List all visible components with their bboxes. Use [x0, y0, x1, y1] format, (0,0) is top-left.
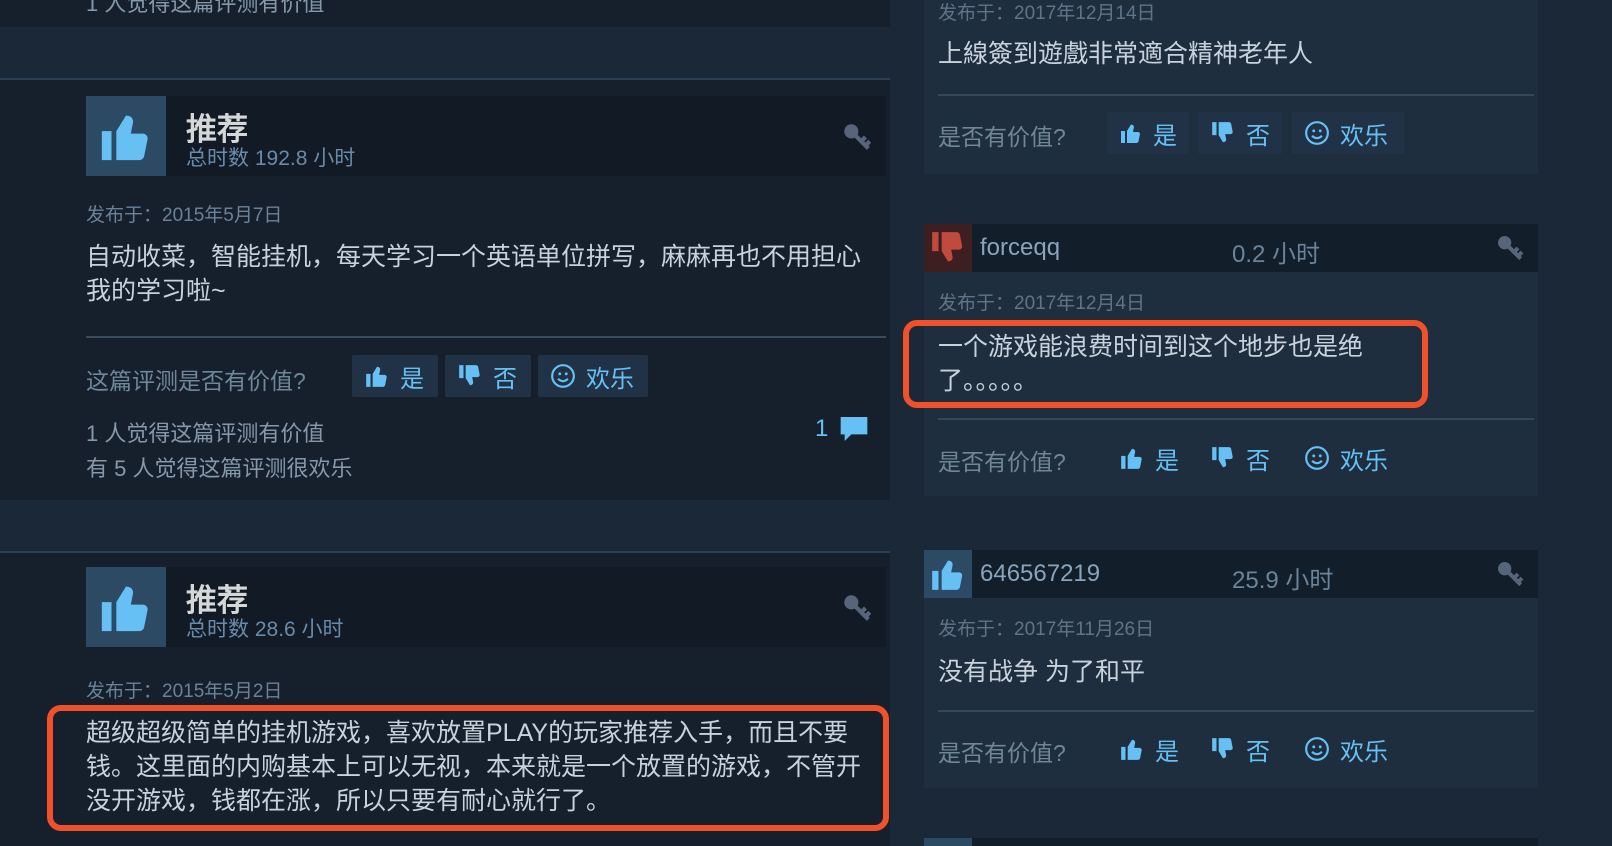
- review-text: 自动收菜，智能挂机，每天学习一个英语单位拼写，麻麻再也不用担心我的学习啦~: [86, 243, 862, 305]
- vote-no-label: 否: [1246, 122, 1270, 150]
- vote-funny-button[interactable]: 欢乐: [1300, 437, 1392, 479]
- review-header: 推荐 总时数 192.8 小时: [86, 96, 886, 176]
- divider: [86, 336, 886, 338]
- thumbs-down-icon: [1212, 122, 1233, 143]
- hours-on-record: 总时数 28.6 小时: [186, 618, 344, 641]
- thumbs-down-icon: [924, 224, 972, 272]
- vote-funny-label: 欢乐: [1340, 738, 1388, 766]
- hours-on-record: 25.9 小时: [1232, 567, 1334, 594]
- helpful-question: 是否有价值?: [938, 449, 1066, 475]
- hours-on-record: 总时数 192.8 小时: [186, 147, 356, 170]
- divider: [938, 710, 1534, 712]
- vote-funny-label: 欢乐: [586, 365, 634, 393]
- posted-date: 发布于：2017年12月4日: [938, 293, 1145, 314]
- posted-date: 发布于：2015年5月2日: [86, 681, 283, 702]
- helpful-count: 1 人觉得这篇评测有价值: [86, 421, 325, 446]
- reviewer-name[interactable]: 646567219: [980, 560, 1100, 588]
- award-icon[interactable]: [840, 120, 874, 154]
- vote-yes-button[interactable]: 是: [1107, 112, 1189, 154]
- vote-no-button[interactable]: 否: [1206, 728, 1274, 770]
- smiley-icon: [1305, 737, 1329, 761]
- smiley-icon: [551, 364, 575, 388]
- thumbs-down-icon: [1212, 738, 1233, 759]
- thumbs-up-icon: [924, 550, 972, 598]
- smiley-icon: [1305, 121, 1329, 145]
- vote-funny-button[interactable]: 欢乐: [1292, 112, 1404, 154]
- thumbs-up-icon: [86, 567, 166, 647]
- vote-funny-label: 欢乐: [1340, 447, 1388, 475]
- helpful-question: 这篇评测是否有价值?: [86, 368, 306, 394]
- comment-count[interactable]: 1: [815, 414, 870, 444]
- thumbs-up-icon: [366, 366, 387, 387]
- vote-funny-label: 欢乐: [1340, 122, 1388, 150]
- divider: [938, 94, 1534, 96]
- vote-no-label: 否: [1246, 738, 1270, 766]
- vote-no-label: 否: [493, 365, 517, 393]
- vote-yes-label: 是: [400, 365, 424, 393]
- vote-funny-button[interactable]: 欢乐: [1300, 728, 1392, 770]
- review-text: 上線簽到遊戲非常適合精神老年人: [938, 40, 1314, 68]
- comment-bubble-icon: [841, 417, 868, 441]
- thumbs-up-icon: [924, 838, 972, 846]
- vote-no-button[interactable]: 否: [445, 355, 531, 397]
- review-header: 646567219 25.9 小时: [924, 550, 1538, 598]
- award-icon[interactable]: [1494, 232, 1526, 264]
- posted-date: 发布于：2015年5月7日: [86, 205, 283, 226]
- award-icon[interactable]: [1494, 558, 1526, 590]
- review-header: 推荐 总时数 28.6 小时: [86, 567, 886, 647]
- smiley-icon: [1305, 446, 1329, 470]
- posted-date: 发布于：2017年11月26日: [938, 619, 1155, 640]
- thumbs-up-icon: [86, 96, 166, 176]
- vote-no-button[interactable]: 否: [1206, 437, 1274, 479]
- reviewer-name[interactable]: forceqq: [980, 234, 1060, 262]
- thumbs-up-icon: [1121, 124, 1140, 143]
- vote-no-button[interactable]: 否: [1198, 112, 1282, 154]
- thumbs-down-icon: [459, 365, 480, 386]
- vote-yes-button[interactable]: 是: [1115, 437, 1183, 479]
- comment-count-value: 1: [815, 415, 829, 442]
- top-helpful-note: 1 人觉得这篇评测有价值: [86, 0, 325, 16]
- funny-count: 有 5 人觉得这篇评测很欢乐: [86, 456, 353, 481]
- highlight-box: [47, 705, 889, 831]
- divider: [938, 418, 1534, 420]
- hours-on-record: 0.2 小时: [1232, 241, 1321, 268]
- vote-yes-label: 是: [1153, 122, 1177, 150]
- review-card: [924, 838, 1538, 846]
- highlight-box: [903, 320, 1428, 408]
- award-icon[interactable]: [840, 591, 874, 625]
- thumbs-down-icon: [1212, 447, 1233, 468]
- vote-yes-label: 是: [1155, 738, 1179, 766]
- helpful-question: 是否有价值?: [938, 124, 1066, 150]
- vote-no-label: 否: [1246, 447, 1270, 475]
- vote-funny-button[interactable]: 欢乐: [538, 355, 648, 397]
- helpful-question: 是否有价值?: [938, 740, 1066, 766]
- posted-date: 发布于：2017年12月14日: [938, 3, 1156, 24]
- thumbs-up-icon: [1121, 739, 1142, 760]
- vote-yes-button[interactable]: 是: [1115, 728, 1183, 770]
- review-text: 没有战争 为了和平: [938, 658, 1145, 686]
- vote-yes-label: 是: [1155, 447, 1179, 475]
- review-header: forceqq 0.2 小时: [924, 224, 1538, 272]
- thumbs-up-icon: [1121, 448, 1142, 469]
- vote-yes-button[interactable]: 是: [352, 355, 438, 397]
